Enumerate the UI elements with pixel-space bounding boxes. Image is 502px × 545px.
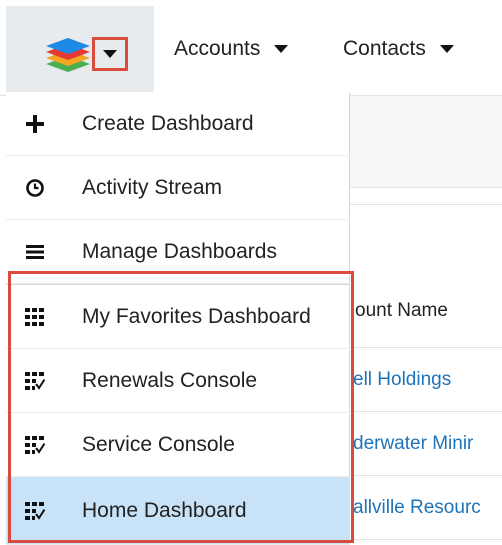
account-link[interactable]: ell Holdings — [353, 369, 451, 391]
menu-item-activity-stream[interactable]: Activity Stream — [6, 156, 350, 220]
nav-contacts-label: Contacts — [343, 37, 426, 60]
plus-icon — [24, 113, 46, 135]
menu-item-label: Renewals Console — [82, 368, 258, 392]
column-header-account-name[interactable]: ount Name — [349, 274, 502, 348]
grid-check-icon — [24, 370, 46, 392]
caret-down-icon — [103, 50, 117, 58]
logo-area[interactable] — [6, 6, 154, 94]
account-link[interactable]: derwater Minir — [353, 433, 473, 455]
menu-item-label: Activity Stream — [82, 175, 223, 199]
list-toolbar — [349, 96, 502, 188]
caret-down-icon[interactable] — [274, 45, 289, 53]
table-row[interactable]: derwater Minir — [349, 412, 502, 476]
table-row[interactable]: ell Holdings — [349, 348, 502, 412]
nav-contacts-tab[interactable]: Contacts — [343, 34, 454, 64]
menu-lines-icon — [24, 241, 46, 263]
menu-item-label: My Favorites Dashboard — [82, 304, 311, 328]
menu-item-renewals-console[interactable]: Renewals Console — [6, 349, 350, 413]
logo-dropdown-button[interactable] — [92, 37, 128, 71]
dashboard-dropdown-menu: Create Dashboard Activity Stream Manage … — [6, 92, 350, 545]
table-row[interactable]: allville Resourc — [349, 476, 502, 540]
account-link[interactable]: allville Resourc — [353, 497, 481, 519]
grid-check-icon — [24, 500, 46, 522]
menu-item-home-dashboard[interactable]: Home Dashboard — [6, 477, 350, 545]
caret-down-icon[interactable] — [439, 45, 454, 53]
list-filter-bar — [349, 204, 502, 269]
menu-item-label: Home Dashboard — [82, 498, 247, 522]
menu-item-service-console[interactable]: Service Console — [6, 413, 350, 477]
menu-item-my-favorites-dashboard[interactable]: My Favorites Dashboard — [6, 285, 350, 349]
nav-accounts-label: Accounts — [174, 37, 261, 60]
grid-check-icon — [24, 434, 46, 456]
clock-icon — [24, 177, 46, 199]
menu-item-label: Create Dashboard — [82, 111, 254, 135]
grid-icon — [24, 306, 46, 328]
sugar-cube-logo[interactable] — [44, 34, 96, 74]
menu-item-create-dashboard[interactable]: Create Dashboard — [6, 92, 350, 156]
top-navbar: Accounts Contacts — [0, 0, 502, 96]
menu-item-label: Service Console — [82, 432, 235, 456]
menu-item-manage-dashboards[interactable]: Manage Dashboards — [6, 220, 350, 284]
background-list-view: ount Name ell Holdings derwater Minir al… — [349, 96, 502, 545]
nav-accounts-tab[interactable]: Accounts — [174, 34, 289, 64]
menu-item-label: Manage Dashboards — [82, 239, 277, 263]
